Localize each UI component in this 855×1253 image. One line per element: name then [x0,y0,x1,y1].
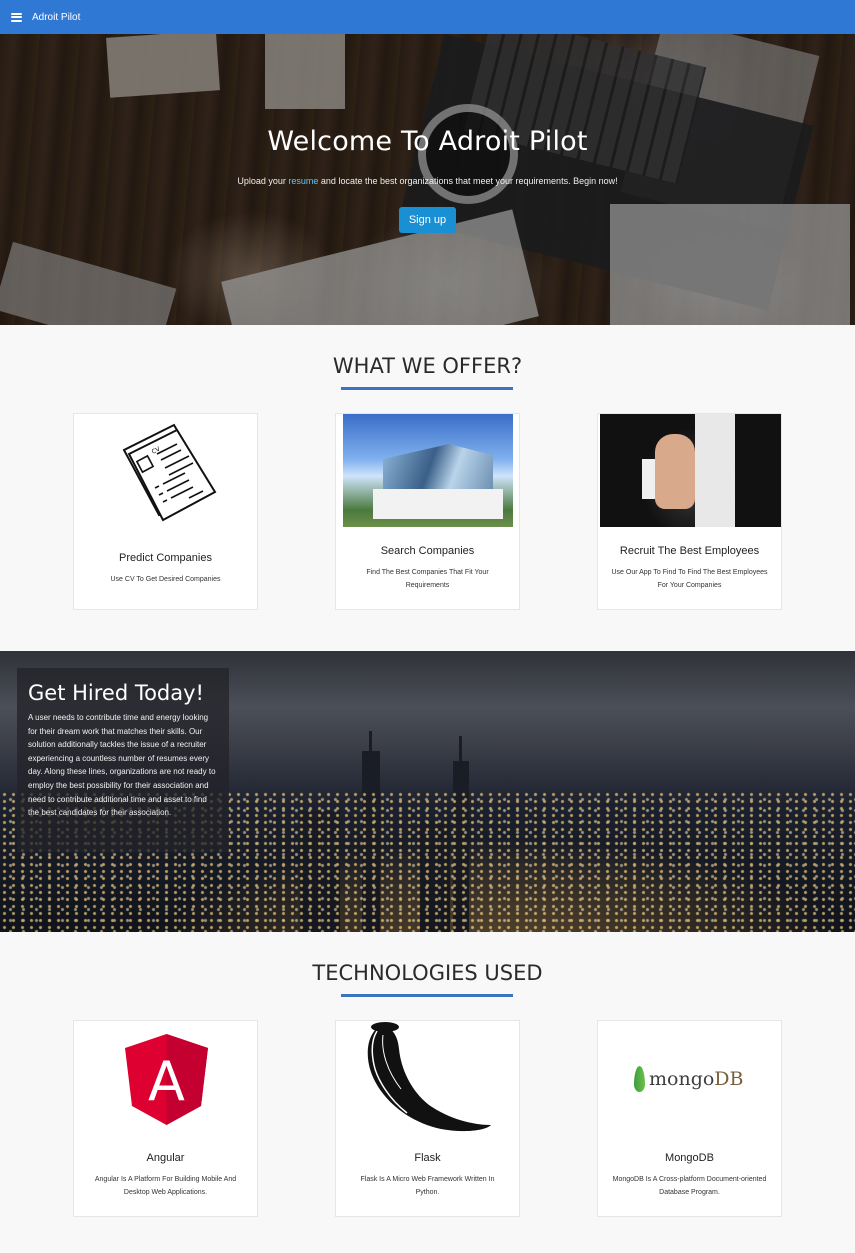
flask-horn-logo [363,1021,493,1134]
offer-card-search[interactable]: Search Companies Find The Best Companies… [335,413,520,610]
card-description: Find The Best Companies That Fit Your Re… [366,569,489,589]
hero-subtitle: Upload your resume and locate the best o… [0,176,855,186]
card-description: Angular Is A Platform For Building Mobil… [94,1176,237,1196]
bg-skyscraper-antenna [369,731,372,753]
card-title: Search Companies [380,545,475,557]
card-title: Flask [414,1152,441,1164]
mongodb-logo: mongoDB [634,1066,744,1092]
resume-documents-icon: CV [119,420,219,528]
tech-heading-underline [341,994,513,997]
get-hired-text: A user needs to contribute time and ener… [28,713,216,818]
hero-content: Welcome To Adroit Pilot Upload your resu… [0,34,855,325]
offer-card-recruit[interactable]: Recruit The Best Employees Use Our App T… [597,413,782,610]
offer-heading-underline [341,387,513,390]
tech-card-mongodb[interactable]: mongoDB MongoDB MongoDB Is A Cross-platf… [597,1020,782,1217]
resume-link[interactable]: resume [288,176,318,186]
offer-heading: WHAT WE OFFER? [332,354,523,378]
thumbs-up-image [600,414,781,527]
mongodb-wordmark-mongo: mongo [649,1068,715,1090]
mongodb-wordmark: mongoDB [649,1068,744,1090]
signup-button[interactable]: Sign up [399,207,456,233]
offer-card-predict[interactable]: CV Predict Companies Use CV To Get Desir… [73,413,258,610]
hero-subtitle-pre: Upload your [237,176,289,186]
angular-logo: A [125,1034,208,1125]
tech-card-angular[interactable]: A Angular Angular Is A Platform For Buil… [73,1020,258,1217]
card-title: Recruit The Best Employees [619,545,760,557]
hero-title: Welcome To Adroit Pilot [267,126,588,157]
get-hired-title: Get Hired Today! [28,681,204,705]
hamburger-menu-icon[interactable] [11,12,22,22]
card-title: Predict Companies [119,552,212,564]
card-description: MongoDB Is A Cross-platform Document-ori… [612,1176,767,1196]
top-navbar: Adroit Pilot [0,0,855,34]
tech-card-flask[interactable]: Flask Flask Is A Micro Web Framework Wri… [335,1020,520,1217]
card-description: Use Our App To Find To Find The Best Emp… [611,569,768,589]
bg-skyscraper-antenna [459,736,462,763]
tech-heading: TECHNOLOGIES USED [312,961,543,985]
hero-subtitle-post: and locate the best organizations that m… [318,176,618,186]
mongodb-wordmark-db: DB [714,1068,744,1090]
mongodb-leaf-icon [634,1066,645,1092]
hero-banner: Welcome To Adroit Pilot Upload your resu… [0,34,855,325]
card-title: MongoDB [665,1152,714,1164]
card-description: Flask Is A Micro Web Framework Written I… [360,1176,495,1196]
angular-logo-letter: A [148,1050,185,1113]
get-hired-panel: Get Hired Today! A user needs to contrib… [17,668,229,852]
office-building-image [343,414,513,527]
get-hired-banner: Get Hired Today! A user needs to contrib… [0,651,855,932]
card-description: Use CV To Get Desired Companies [110,576,221,583]
card-title: Angular [146,1152,185,1164]
brand-name[interactable]: Adroit Pilot [32,12,80,23]
